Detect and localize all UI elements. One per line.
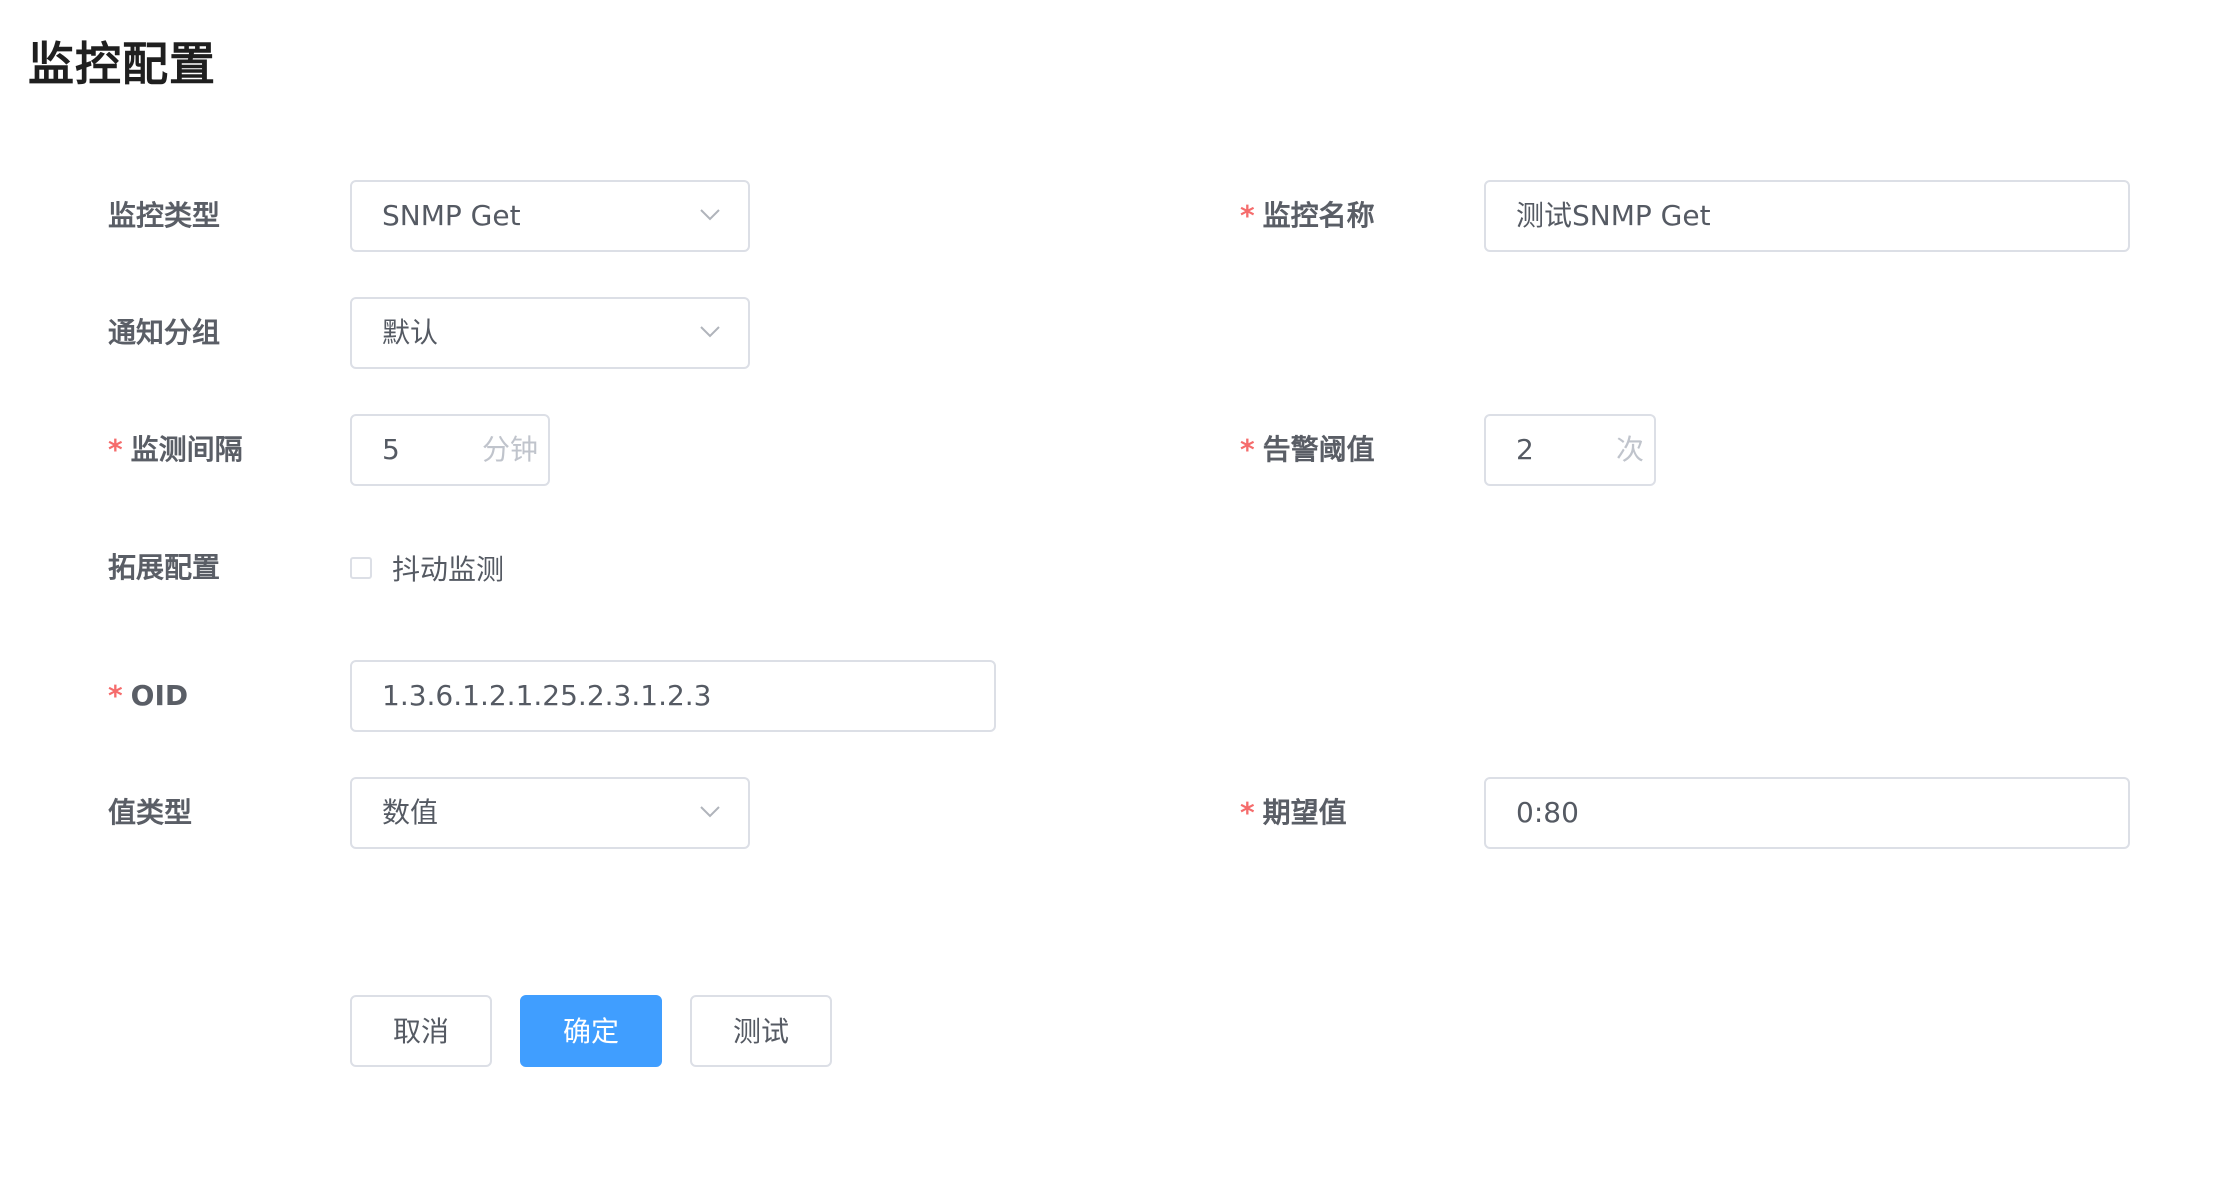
checkbox-box[interactable] xyxy=(350,557,372,579)
confirm-button[interactable]: 确定 xyxy=(520,995,662,1067)
chevron-down-icon xyxy=(700,326,720,338)
oid-label-text: OID xyxy=(130,679,189,712)
alert-threshold-value: 2 xyxy=(1516,433,1534,466)
chevron-down-icon xyxy=(700,806,720,818)
monitor-type-label-text: 监控类型 xyxy=(108,199,221,232)
extension-label-text: 拓展配置 xyxy=(108,551,221,584)
check-interval-label-text: 监测间隔 xyxy=(130,433,243,466)
monitor-name-value: 测试SNMP Get xyxy=(1516,199,1711,232)
notify-group-select[interactable]: 默认 xyxy=(350,297,750,369)
required-mark: * xyxy=(108,679,123,712)
notify-group-label-text: 通知分组 xyxy=(108,316,221,349)
check-interval-label: * 监测间隔 xyxy=(108,430,243,470)
monitor-type-select[interactable]: SNMP Get xyxy=(350,180,750,252)
check-interval-input[interactable]: 5 分钟 xyxy=(350,414,550,486)
extension-label: 拓展配置 xyxy=(108,548,220,588)
monitor-type-value: SNMP Get xyxy=(382,199,521,232)
alert-threshold-input[interactable]: 2 次 xyxy=(1484,414,1656,486)
value-type-label-text: 值类型 xyxy=(108,796,193,829)
monitor-name-input[interactable]: 测试SNMP Get xyxy=(1484,180,2130,252)
oid-label: * OID xyxy=(108,676,188,716)
notify-group-label: 通知分组 xyxy=(108,313,220,353)
chevron-down-icon xyxy=(700,209,720,221)
alert-threshold-suffix: 次 xyxy=(1615,433,1644,466)
required-mark: * xyxy=(1240,199,1255,232)
check-interval-suffix: 分钟 xyxy=(481,433,538,466)
expected-value-label-text: 期望值 xyxy=(1262,796,1347,829)
expected-value-input[interactable]: 0:80 xyxy=(1484,777,2130,849)
value-type-select[interactable]: 数值 xyxy=(350,777,750,849)
jitter-monitor-checkbox[interactable]: 抖动监测 xyxy=(350,548,504,588)
alert-threshold-label: * 告警阈值 xyxy=(1240,430,1375,470)
jitter-monitor-label[interactable]: 抖动监测 xyxy=(392,548,504,588)
alert-threshold-label-text: 告警阈值 xyxy=(1262,433,1375,466)
required-mark: * xyxy=(108,433,123,466)
value-type-label: 值类型 xyxy=(108,793,192,833)
value-type-value: 数值 xyxy=(382,796,439,829)
notify-group-value: 默认 xyxy=(382,316,439,349)
oid-input[interactable]: 1.3.6.1.2.1.25.2.3.1.2.3 xyxy=(350,660,996,732)
monitor-type-label: 监控类型 xyxy=(108,196,220,236)
expected-value-value: 0:80 xyxy=(1516,796,1579,829)
check-interval-value: 5 xyxy=(382,433,400,466)
monitor-name-label-text: 监控名称 xyxy=(1262,199,1375,232)
required-mark: * xyxy=(1240,433,1255,466)
required-mark: * xyxy=(1240,796,1255,829)
cancel-button[interactable]: 取消 xyxy=(350,995,492,1067)
oid-value: 1.3.6.1.2.1.25.2.3.1.2.3 xyxy=(382,679,712,712)
test-button[interactable]: 测试 xyxy=(690,995,832,1067)
page-title: 监控配置 xyxy=(28,37,216,91)
expected-value-label: * 期望值 xyxy=(1240,793,1347,833)
monitor-name-label: * 监控名称 xyxy=(1240,196,1375,236)
